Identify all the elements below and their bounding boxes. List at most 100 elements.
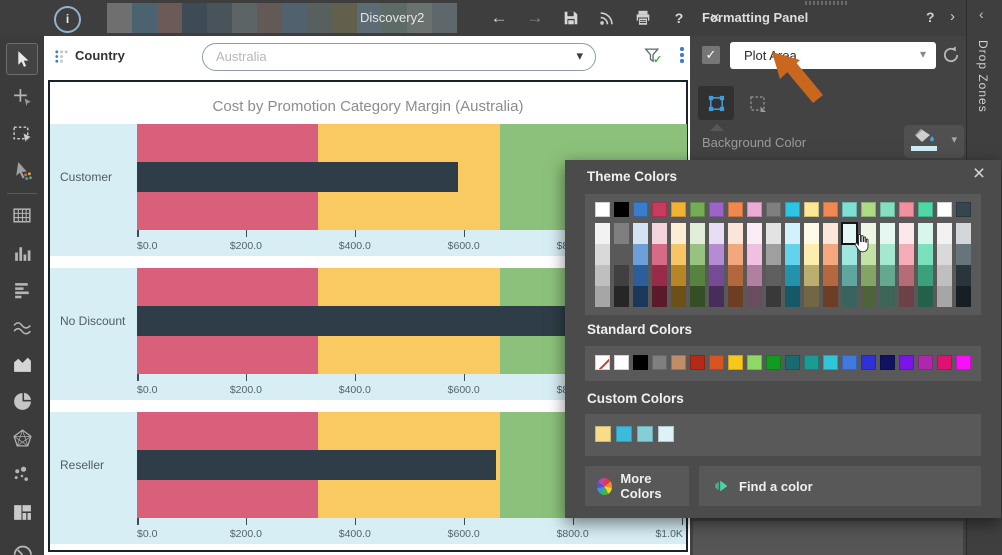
standard-color-swatch-19[interactable]: [937, 355, 952, 370]
theme-tint-swatch[interactable]: [880, 265, 895, 286]
theme-color-swatch-17[interactable]: [899, 202, 914, 217]
pie-chart-tool-icon[interactable]: [7, 386, 37, 416]
tab-element-layout[interactable]: [746, 92, 770, 116]
theme-tint-swatch[interactable]: [918, 265, 933, 286]
custom-color-swatch-3[interactable]: [637, 426, 653, 442]
standard-color-swatch-12[interactable]: [804, 355, 819, 370]
theme-tint-swatch[interactable]: [823, 286, 838, 307]
filter-applied-icon[interactable]: ✓: [644, 47, 666, 67]
theme-tint-swatch[interactable]: [709, 223, 724, 244]
theme-tint-swatch[interactable]: [709, 244, 724, 265]
standard-color-swatch-6[interactable]: [690, 355, 705, 370]
theme-tint-swatch[interactable]: [671, 286, 686, 307]
theme-color-swatch-12[interactable]: [804, 202, 819, 217]
theme-tint-swatch[interactable]: [823, 244, 838, 265]
theme-tint-swatch[interactable]: [690, 223, 705, 244]
theme-tint-swatch[interactable]: [785, 223, 800, 244]
country-dropdown[interactable]: Australia ▾: [202, 43, 596, 71]
theme-color-swatch-10[interactable]: [766, 202, 781, 217]
theme-tint-swatch[interactable]: [614, 286, 629, 307]
theme-color-swatch-11[interactable]: [785, 202, 800, 217]
formatting-help-icon[interactable]: ?: [926, 9, 935, 25]
theme-tint-swatch[interactable]: [766, 286, 781, 307]
theme-tint-swatch-hovered[interactable]: [842, 223, 857, 244]
scatter-chart-tool-icon[interactable]: [7, 460, 37, 490]
help-icon[interactable]: ?: [668, 7, 690, 29]
standard-color-swatch-13[interactable]: [823, 355, 838, 370]
forward-icon[interactable]: →: [524, 7, 546, 29]
standard-color-swatch-15[interactable]: [861, 355, 876, 370]
thumbnail-2[interactable]: [132, 3, 157, 33]
collapsed-section[interactable]: [693, 521, 963, 555]
marquee-select-tool-icon[interactable]: [7, 119, 37, 149]
theme-tint-swatch[interactable]: [785, 244, 800, 265]
thumbnail-14[interactable]: [432, 3, 457, 33]
theme-tint-swatch[interactable]: [785, 265, 800, 286]
custom-color-swatch-1[interactable]: [595, 426, 611, 442]
theme-tint-swatch[interactable]: [956, 265, 971, 286]
theme-tint-swatch[interactable]: [918, 244, 933, 265]
theme-tint-swatch[interactable]: [633, 244, 648, 265]
element-selector-dropdown[interactable]: Plot Area ▾: [730, 42, 936, 69]
theme-tint-swatch[interactable]: [709, 286, 724, 307]
standard-color-swatch-14[interactable]: [842, 355, 857, 370]
add-pointer-tool-icon[interactable]: [7, 82, 37, 112]
theme-tint-swatch[interactable]: [823, 223, 838, 244]
area-chart-tool-icon[interactable]: [7, 349, 37, 379]
theme-tint-swatch[interactable]: [804, 223, 819, 244]
theme-tint-swatch[interactable]: [633, 286, 648, 307]
custom-color-swatch-2[interactable]: [616, 426, 632, 442]
theme-tint-swatch[interactable]: [823, 265, 838, 286]
theme-tint-swatch[interactable]: [652, 223, 667, 244]
theme-tint-swatch[interactable]: [842, 265, 857, 286]
theme-tint-swatch[interactable]: [614, 244, 629, 265]
theme-tint-swatch[interactable]: [766, 265, 781, 286]
thumbnail-6[interactable]: [232, 3, 257, 33]
theme-tint-swatch[interactable]: [747, 286, 762, 307]
thumbnail-7[interactable]: [257, 3, 282, 33]
theme-tint-swatch[interactable]: [956, 286, 971, 307]
theme-color-swatch-16[interactable]: [880, 202, 895, 217]
theme-color-swatch-19[interactable]: [937, 202, 952, 217]
table-tool-icon[interactable]: [7, 201, 37, 231]
standard-color-swatch-7[interactable]: [709, 355, 724, 370]
print-icon[interactable]: [632, 7, 654, 29]
column-chart-tool-icon[interactable]: [7, 238, 37, 268]
theme-tint-swatch[interactable]: [671, 223, 686, 244]
standard-color-swatch-9[interactable]: [747, 355, 762, 370]
pointer-tool-icon[interactable]: [6, 43, 38, 75]
theme-tint-swatch[interactable]: [595, 244, 610, 265]
standard-color-swatch-16[interactable]: [880, 355, 895, 370]
theme-tint-swatch[interactable]: [614, 223, 629, 244]
theme-tint-swatch[interactable]: [918, 223, 933, 244]
custom-color-swatch-4[interactable]: [658, 426, 674, 442]
theme-color-swatch-8[interactable]: [728, 202, 743, 217]
standard-color-swatch-8[interactable]: [728, 355, 743, 370]
filter-menu-icon[interactable]: [680, 47, 684, 65]
theme-tint-swatch[interactable]: [671, 244, 686, 265]
find-color-button[interactable]: Find a color: [699, 466, 981, 506]
theme-color-swatch-3[interactable]: [633, 202, 648, 217]
info-icon[interactable]: i: [54, 6, 81, 33]
theme-tint-swatch[interactable]: [747, 244, 762, 265]
thumbnail-8[interactable]: [282, 3, 307, 33]
bar-chart-tool-icon[interactable]: [7, 275, 37, 305]
back-icon[interactable]: ←: [488, 7, 510, 29]
theme-color-swatch-9[interactable]: [747, 202, 762, 217]
theme-tint-swatch[interactable]: [728, 244, 743, 265]
thumbnail-1[interactable]: [107, 3, 132, 33]
theme-color-swatch-13[interactable]: [823, 202, 838, 217]
theme-tint-swatch[interactable]: [880, 244, 895, 265]
gauge-tool-icon[interactable]: [7, 534, 37, 555]
theme-tint-swatch[interactable]: [766, 223, 781, 244]
theme-tint-swatch[interactable]: [861, 265, 876, 286]
tab-element-style-selected[interactable]: [698, 86, 734, 120]
theme-tint-swatch[interactable]: [690, 265, 705, 286]
theme-tint-swatch[interactable]: [785, 286, 800, 307]
theme-tint-swatch[interactable]: [728, 286, 743, 307]
theme-tint-swatch[interactable]: [918, 286, 933, 307]
theme-tint-swatch[interactable]: [747, 223, 762, 244]
broadcast-icon[interactable]: [596, 7, 618, 29]
theme-tint-swatch[interactable]: [899, 286, 914, 307]
reset-formatting-icon[interactable]: [941, 45, 961, 65]
